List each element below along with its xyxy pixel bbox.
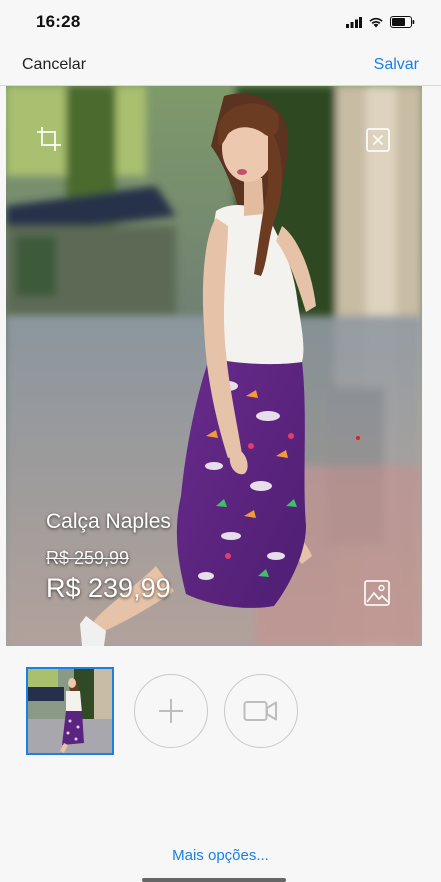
status-bar: 16:28 [0, 0, 441, 44]
battery-icon [390, 16, 415, 28]
close-icon[interactable] [366, 128, 390, 152]
status-time: 16:28 [36, 12, 81, 31]
crop-icon[interactable] [36, 126, 62, 152]
product-new-price: R$ 239,99 [46, 573, 171, 603]
signal-icon [346, 16, 362, 28]
add-photo-button[interactable] [134, 674, 208, 748]
save-button[interactable]: Salvar [374, 56, 419, 74]
product-name: Calça Naples [46, 510, 171, 533]
nav-bar: Cancelar Salvar [0, 44, 441, 86]
cancel-button[interactable]: Cancelar [22, 56, 86, 74]
product-old-price: R$ 259,99 [46, 548, 130, 568]
status-icons [346, 16, 415, 28]
plus-icon [159, 699, 183, 723]
video-camera-icon [243, 701, 277, 721]
home-indicator [142, 878, 286, 882]
image-icon[interactable] [364, 580, 390, 606]
product-photo: Calça Naples R$ 259,99 R$ 239,99 [6, 86, 422, 646]
thumbnail-image [28, 669, 112, 753]
wifi-icon [369, 17, 383, 28]
more-options-link[interactable]: Mais opções... [0, 847, 441, 864]
photo-thumbnail[interactable] [26, 667, 114, 755]
add-video-button[interactable] [224, 674, 298, 748]
